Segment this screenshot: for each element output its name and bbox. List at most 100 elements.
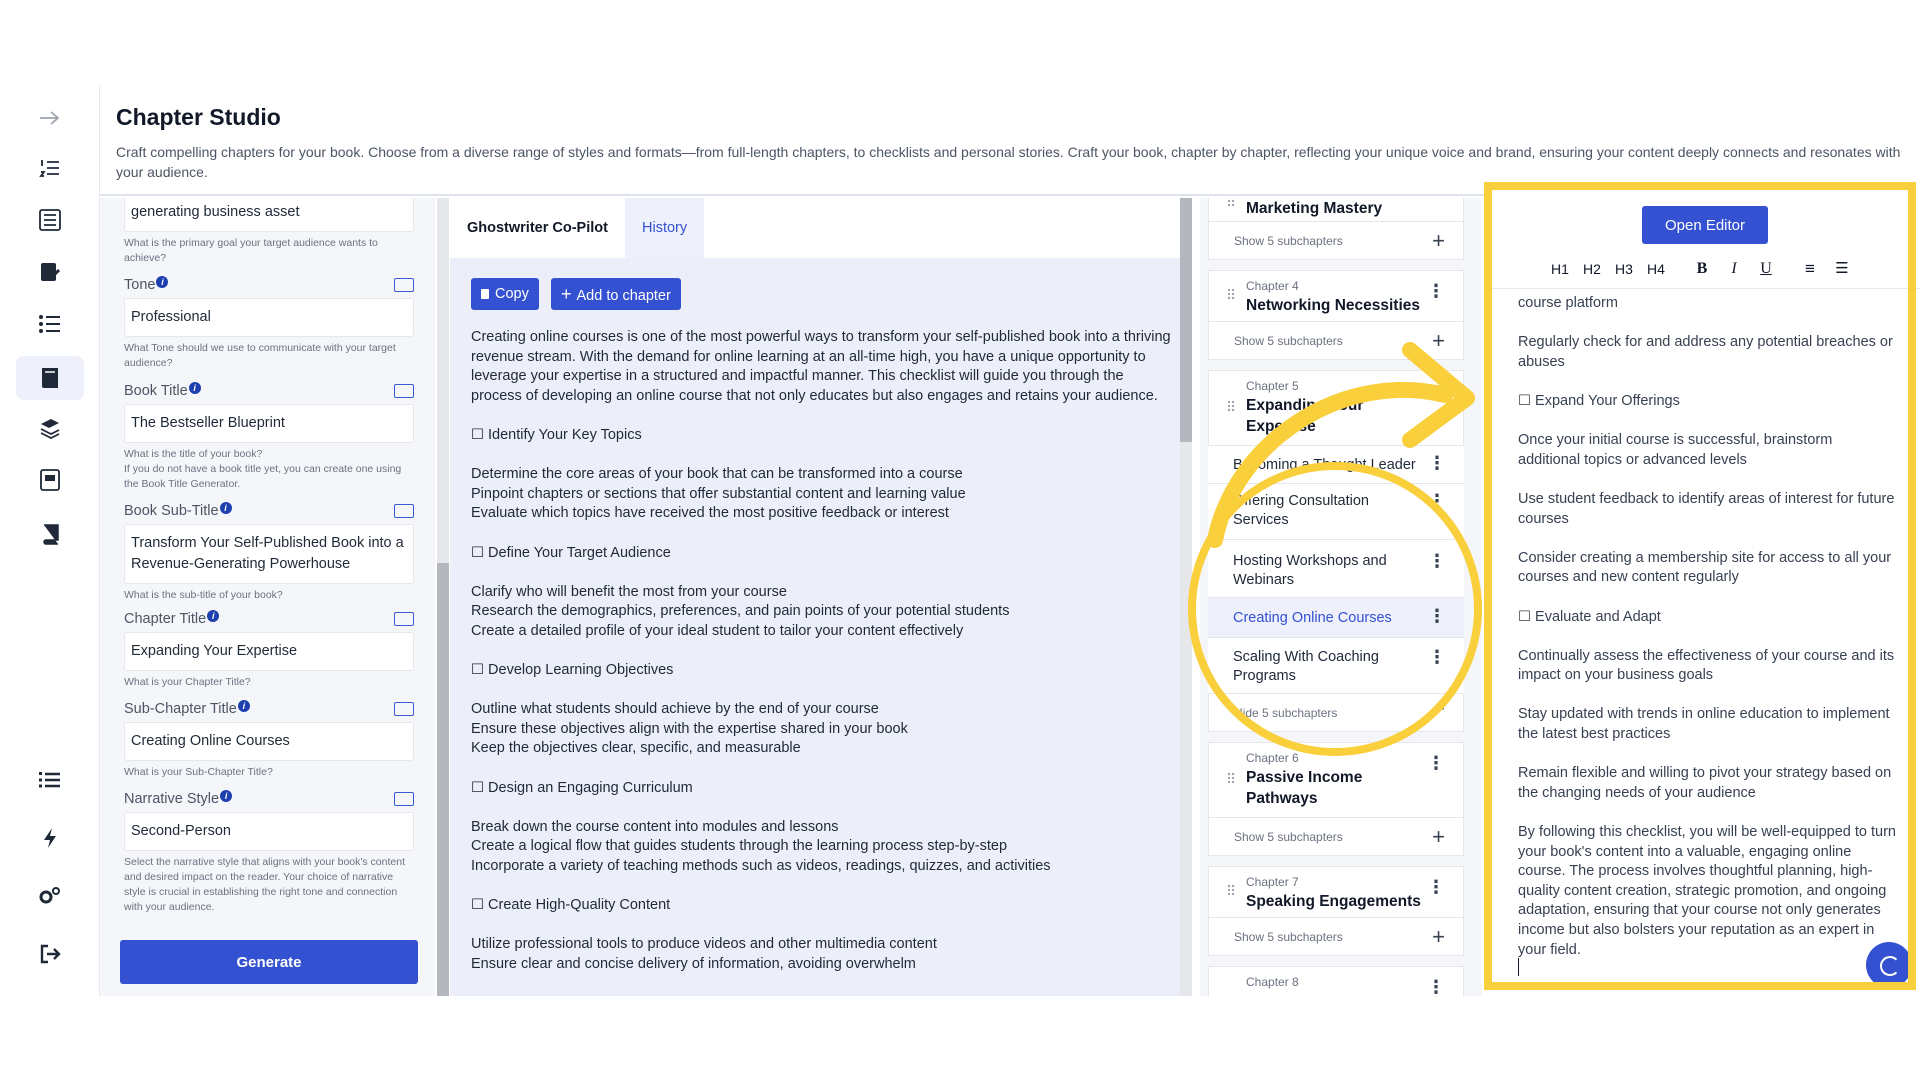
narrative-style-field[interactable]: Second-Person [124,812,414,851]
tab-ghostwriter-copilot[interactable]: Ghostwriter Co-Pilot [450,198,625,258]
chapter-card-7[interactable]: ⠿ Chapter 7 Speaking Engagements ⋮ [1208,866,1464,918]
book-subtitle-field[interactable]: Transform Your Self-Published Book into … [124,524,414,584]
more-icon[interactable]: ⋮ [1428,607,1446,626]
more-icon[interactable]: ⋮ [1427,877,1445,898]
plus-icon[interactable]: + [1432,824,1445,850]
show-subchapters[interactable]: Show 5 subchapters + [1208,918,1464,956]
book-subtitle-field-group: Book Sub-Title i Transform Your Self-Publ… [124,502,414,603]
tone-help: What Tone should we use to communicate w… [124,342,396,369]
italic-button[interactable]: I [1720,254,1748,284]
subchapter-title-help: What is your Sub-Chapter Title? [124,766,273,778]
info-icon[interactable]: i [207,610,220,622]
plus-icon: + [561,284,572,304]
chapter-title-field[interactable]: Expanding Your Expertise [124,632,414,671]
checklist-icon[interactable] [34,308,66,340]
chapter-card-8[interactable]: Chapter 8 ⋮ [1208,966,1464,996]
chapter-card-4[interactable]: ⠿ Chapter 4 Networking Necessities ⋮ [1208,270,1464,322]
folder-icon[interactable] [394,612,414,626]
add-to-chapter-button[interactable]: + Add to chapter [551,278,681,310]
hide-subchapters[interactable]: Hide 5 subchapters − [1208,694,1464,732]
h1-button[interactable]: H1 [1546,254,1574,284]
ordered-list-button[interactable]: ≡ [1796,254,1824,284]
open-editor-button[interactable]: Open Editor [1642,206,1768,244]
folder-icon[interactable] [394,384,414,398]
list-icon[interactable] [34,764,66,796]
show-subchapters-label: Show 5 subchapters [1234,930,1343,944]
subchapter-item-active[interactable]: Creating Online Courses ⋮ [1208,598,1464,638]
minus-icon[interactable]: − [1432,696,1445,722]
numbered-list-icon[interactable] [34,152,66,184]
stack-edit-icon[interactable] [34,412,66,444]
more-icon[interactable]: ⋮ [1427,753,1445,774]
editor-content[interactable]: course platform Regularly check for and a… [1518,294,1896,980]
h4-button[interactable]: H4 [1642,254,1670,284]
info-icon[interactable]: i [156,276,169,288]
goal-field[interactable]: generating business asset [124,198,414,232]
subchapter-item[interactable]: Scaling With Coaching Programs ⋮ [1208,638,1464,694]
generate-button[interactable]: Generate [120,940,418,984]
more-icon[interactable]: ⋮ [1428,648,1446,667]
more-icon[interactable]: ⋮ [1428,454,1446,473]
copilot-scrollbar[interactable] [1180,198,1192,996]
notebook-icon[interactable] [34,518,66,550]
show-subchapters[interactable]: Show 5 subchapters + [1208,818,1464,856]
subchapter-title-field[interactable]: Creating Online Courses [124,722,414,761]
subchapter-item[interactable]: Becoming a Thought Leader ⋮ [1208,446,1464,484]
show-subchapters[interactable]: Show 5 subchapters + [1208,222,1464,260]
h3-button[interactable]: H3 [1610,254,1638,284]
copilot-panel: Ghostwriter Co-Pilot History Copy + Add t… [450,198,1180,996]
bullet-list-button[interactable]: ☰ [1828,254,1856,284]
subchapter-item[interactable]: Offering Consultation Services ⋮ [1208,484,1464,540]
drag-handle-icon[interactable]: ⠿ [1226,399,1236,416]
info-icon[interactable]: i [219,502,232,514]
plus-icon[interactable]: + [1432,228,1445,254]
scrollbar-thumb[interactable] [437,563,449,996]
chapter-card-6[interactable]: ⠿ Chapter 6 Passive Income Pathways ⋮ [1208,742,1464,818]
copilot-output[interactable]: Creating online courses is one of the mo… [471,328,1171,994]
more-icon[interactable]: ⋮ [1428,492,1446,511]
logout-icon[interactable] [34,938,66,970]
narrative-style-help: Select the narrative style that aligns w… [124,856,405,913]
chapter-card-3[interactable]: ⠿ Marketing Mastery [1208,198,1464,222]
template-icon[interactable] [34,464,66,496]
chapter-card-5[interactable]: ⠿ Chapter 5 Expanding Your Expertise [1208,370,1464,446]
edit-doc-icon[interactable] [34,256,66,288]
plus-icon[interactable]: + [1432,924,1445,950]
book-list-icon[interactable] [34,204,66,236]
info-icon[interactable]: i [237,700,250,712]
arrow-right-icon[interactable] [34,102,66,134]
drag-handle-icon[interactable]: ⠿ [1226,883,1236,900]
subchapter-item[interactable]: Hosting Workshops and Webinars ⋮ [1208,540,1464,598]
scrollbar-thumb[interactable] [1180,198,1192,442]
editor-paragraph: Stay updated with trends in online educa… [1518,706,1890,743]
tone-field[interactable]: Professional [124,298,414,337]
form-scrollbar[interactable] [437,198,449,996]
drag-handle-icon[interactable]: ⠿ [1226,287,1236,304]
more-icon[interactable]: ⋮ [1427,977,1445,996]
page-description: Craft compelling chapters for your book.… [116,144,1901,180]
underline-button[interactable]: U [1752,254,1780,284]
chapter-title: Expanding Your Expertise [1246,397,1364,435]
drag-handle-icon[interactable]: ⠿ [1226,198,1236,211]
folder-icon[interactable] [394,702,414,716]
drag-handle-icon[interactable]: ⠿ [1226,771,1236,788]
editor-paragraph: Once your initial course is successful, … [1518,432,1833,468]
bolt-icon[interactable] [34,822,66,854]
tab-history[interactable]: History [625,198,705,258]
book-title-field[interactable]: The Bestseller Blueprint [124,404,414,443]
plus-icon[interactable]: + [1432,328,1445,354]
show-subchapters[interactable]: Show 5 subchapters + [1208,322,1464,360]
folder-icon[interactable] [394,504,414,518]
more-icon[interactable]: ⋮ [1427,281,1445,302]
info-icon[interactable]: i [220,790,233,802]
info-icon[interactable]: i [188,382,201,394]
chat-icon[interactable] [1866,942,1912,988]
book-icon[interactable] [16,356,84,400]
folder-icon[interactable] [394,792,414,806]
folder-icon[interactable] [394,278,414,292]
settings-icon[interactable] [34,880,66,912]
h2-button[interactable]: H2 [1578,254,1606,284]
copy-button[interactable]: Copy [471,278,539,310]
bold-button[interactable]: B [1688,254,1716,284]
more-icon[interactable]: ⋮ [1428,552,1446,571]
